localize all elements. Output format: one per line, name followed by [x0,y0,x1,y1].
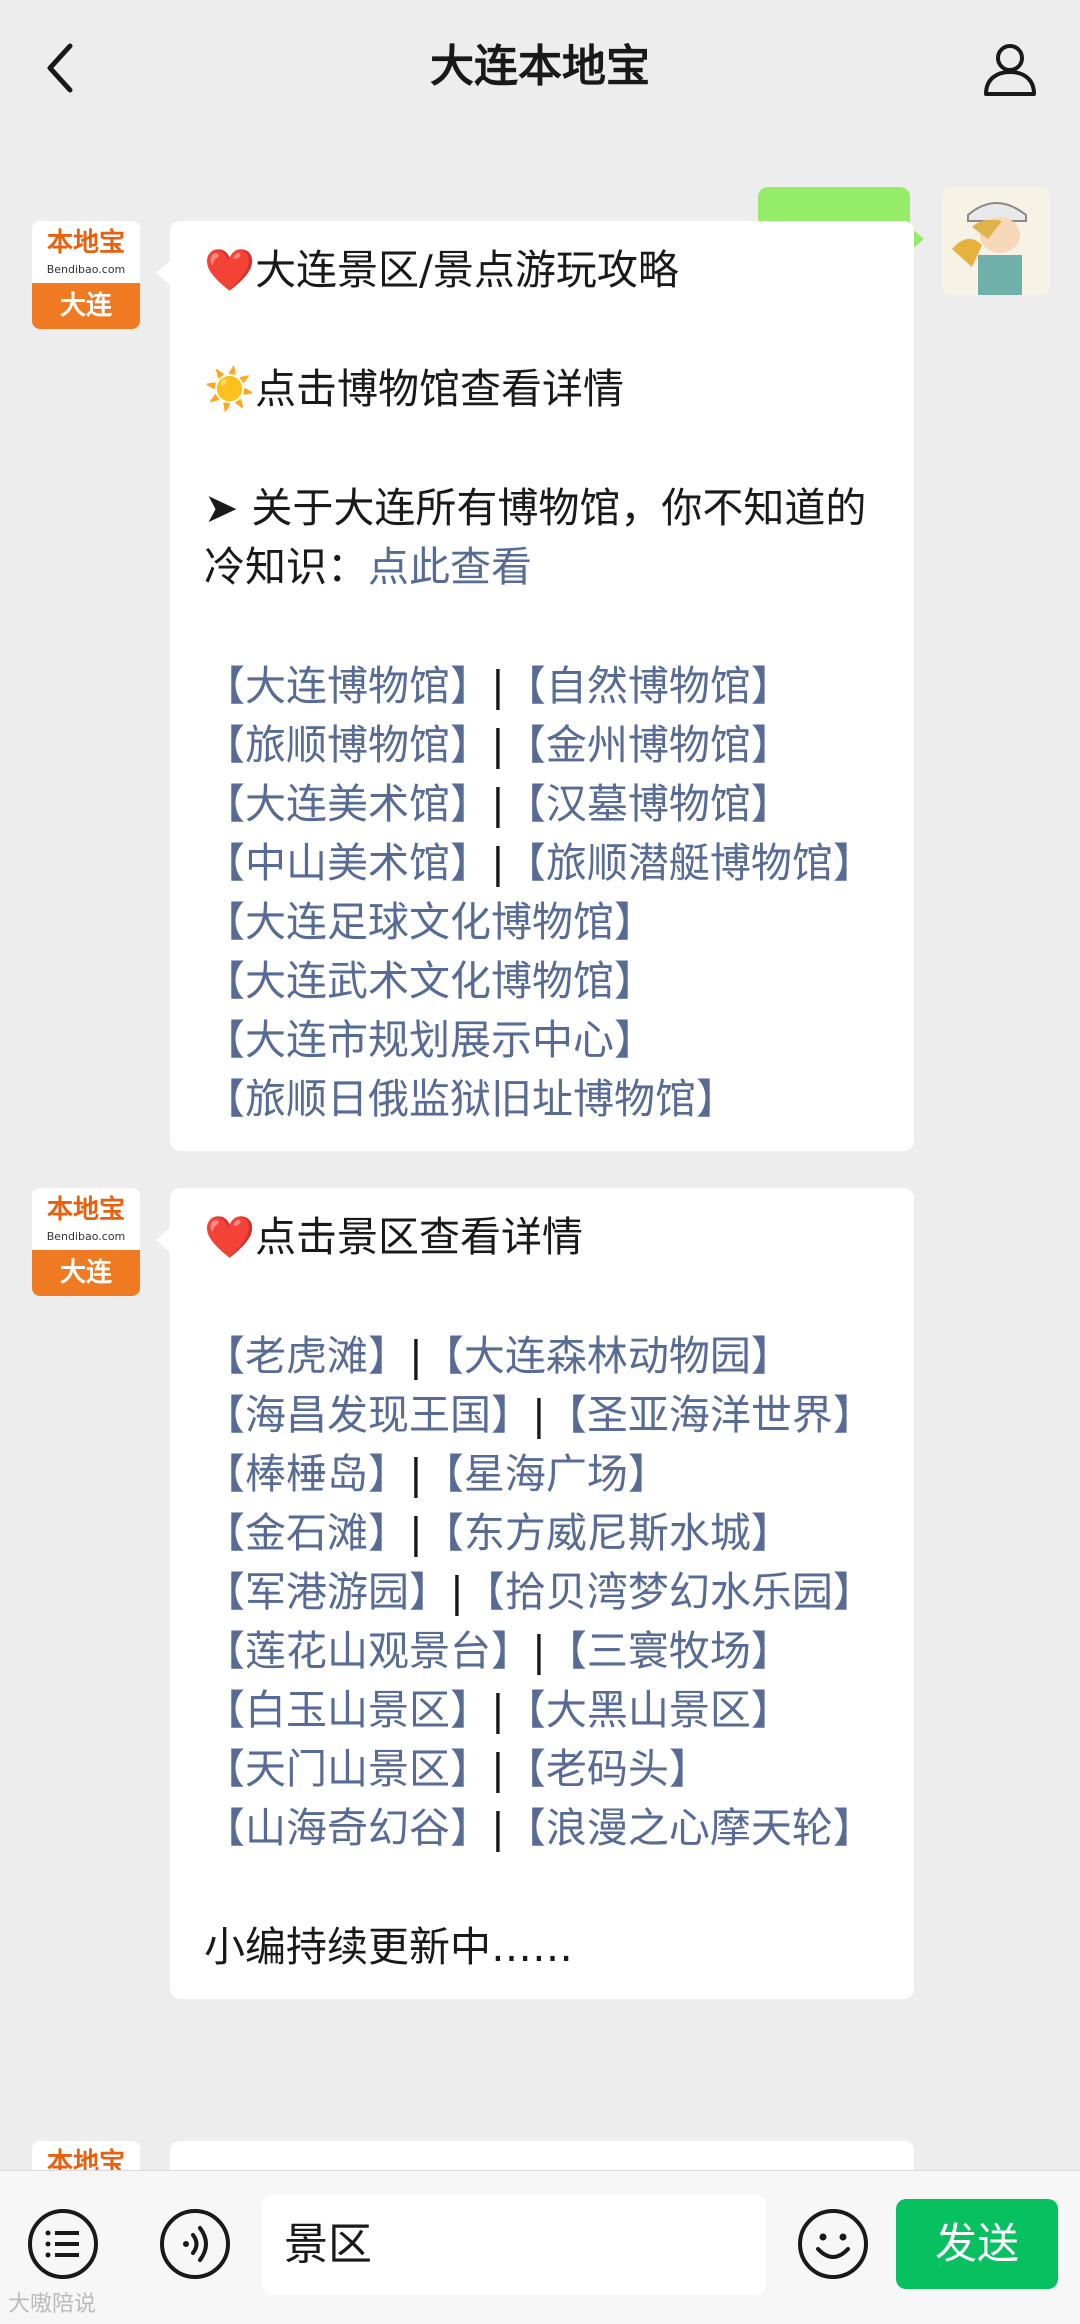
msg2-link-row: 【棒棰岛】|【星海广场】 [204,1445,880,1504]
bot-avatar[interactable]: 本地宝 [32,2141,140,2170]
msg2-link-row: 【山海奇幻谷】|【浪漫之心摩天轮】 [204,1799,880,1858]
place-link[interactable]: 【汉墓博物馆】 [505,780,792,828]
voice-icon[interactable] [158,2207,232,2281]
separator: | [409,1332,423,1380]
separator: | [491,1686,505,1734]
separator: | [491,721,505,769]
user-avatar-image [942,187,1050,295]
place-link[interactable]: 【老虎滩】 [204,1332,409,1380]
message-title: 点击景区查看详情 [255,1213,584,1261]
page-title: 大连本地宝 [430,41,650,92]
heart-icon: ❤️ [204,246,256,294]
place-link[interactable]: 【老码头】 [505,1745,710,1793]
bot-avatar[interactable]: 本地宝 Bendibao.com 大连 [32,1188,140,1296]
msg2-link-row: 【金石滩】|【东方威尼斯水城】 [204,1504,880,1563]
place-link[interactable]: 【莲花山观景台】 [204,1627,532,1675]
separator: | [491,780,505,828]
msg1-link-row: 【旅顺博物馆】|【金州博物馆】 [204,716,880,775]
msg1-link-row: 【大连博物馆】|【自然博物馆】 [204,657,880,716]
emoji-icon[interactable] [796,2207,870,2281]
place-link[interactable]: 【圣亚海洋世界】 [546,1391,874,1439]
bot-avatar-city: 大连 [32,1250,140,1296]
msg1-link-row: 【大连武术文化博物馆】 [204,952,880,1011]
message-bubble-museums[interactable]: ❤️大连景区/景点游玩攻略 ☀️点击博物馆查看详情 ➤ 关于大连所有博物馆，你不… [156,221,914,1151]
separator: | [532,1627,546,1675]
place-link[interactable]: 【大连武术文化博物馆】 [204,957,655,1005]
send-button[interactable]: 发送 [896,2199,1058,2289]
bot-avatar-domain: Bendibao.com [46,263,126,276]
arrow-icon: ➤ [204,484,239,532]
bot-avatar[interactable]: 本地宝 Bendibao.com 大连 [32,221,140,329]
bot-avatar-domain: Bendibao.com [46,1230,126,1243]
place-link[interactable]: 【山海奇幻谷】 [204,1804,491,1852]
place-link[interactable]: 【星海广场】 [423,1450,669,1498]
separator: | [409,1450,423,1498]
msg2-link-row: 【军港游园】|【拾贝湾梦幻水乐园】 [204,1563,880,1622]
place-link[interactable]: 【大连博物馆】 [204,662,491,710]
bot-avatar-logo: 本地宝 [46,2148,125,2170]
place-link[interactable]: 【旅顺日俄监狱旧址博物馆】 [204,1075,737,1123]
msg2-link-row: 【白玉山景区】|【大黑山景区】 [204,1681,880,1740]
museum-note: 关于大连所有博物馆，你不知道的冷知识： [204,484,867,591]
message-footer: 小编持续更新中…… [204,1923,573,1971]
place-link[interactable]: 【中山美术馆】 [204,839,491,887]
place-link[interactable]: 【自然博物馆】 [505,662,792,710]
bot-avatar-logo: 本地宝 [46,228,125,258]
museum-note-link[interactable]: 点此查看 [368,543,532,591]
place-link[interactable]: 【军港游园】 [204,1568,450,1616]
watermark: 大嗷陪说 [8,2292,97,2317]
user-icon[interactable] [980,38,1040,98]
place-link[interactable]: 【海昌发现王国】 [204,1391,532,1439]
place-link[interactable]: 【大连足球文化博物馆】 [204,898,655,946]
msg2-link-row: 【天门山景区】|【老码头】 [204,1740,880,1799]
place-link[interactable]: 【大连森林动物园】 [423,1332,792,1380]
place-link[interactable]: 【三寰牧场】 [546,1627,792,1675]
separator: | [491,1745,505,1793]
msg2-link-row: 【莲花山观景台】|【三寰牧场】 [204,1622,880,1681]
bot-avatar-logo: 本地宝 [46,1195,125,1225]
separator: | [491,839,505,887]
message-bubble-partial[interactable] [170,2141,914,2170]
input-bar: 景区 发送 大嗷陪说 [0,2170,1080,2324]
place-link[interactable]: 【金州博物馆】 [505,721,792,769]
place-link[interactable]: 【金石滩】 [204,1509,409,1557]
message-subtitle: 点击博物馆查看详情 [255,365,625,413]
place-link[interactable]: 【白玉山景区】 [204,1686,491,1734]
msg1-link-row: 【大连美术馆】|【汉墓博物馆】 [204,775,880,834]
msg1-link-row: 【中山美术馆】|【旅顺潜艇博物馆】 [204,834,880,893]
separator: | [450,1568,464,1616]
user-avatar[interactable] [942,187,1050,295]
message-title: 大连景区/景点游玩攻略 [255,246,679,294]
separator: | [532,1391,546,1439]
msg2-link-row: 【海昌发现王国】|【圣亚海洋世界】 [204,1386,880,1445]
place-link[interactable]: 【东方威尼斯水城】 [423,1509,792,1557]
heart-icon: ❤️ [204,1213,256,1261]
separator: | [409,1509,423,1557]
msg1-link-row: 【大连市规划展示中心】 [204,1011,880,1070]
msg1-link-row: 【旅顺日俄监狱旧址博物馆】 [204,1070,880,1129]
sun-icon: ☀️ [204,365,256,413]
place-link[interactable]: 【旅顺潜艇博物馆】 [505,839,874,887]
place-link[interactable]: 【棒棰岛】 [204,1450,409,1498]
top-bar: 大连本地宝 [0,0,1080,135]
place-link[interactable]: 【拾贝湾梦幻水乐园】 [464,1568,874,1616]
bot-avatar-city: 大连 [32,283,140,329]
message-bubble-scenic-spots[interactable]: ❤️点击景区查看详情 【老虎滩】|【大连森林动物园】 【海昌发现王国】|【圣亚海洋… [156,1188,914,1999]
msg1-link-row: 【大连足球文化博物馆】 [204,893,880,952]
list-icon[interactable] [26,2207,100,2281]
place-link[interactable]: 【大黑山景区】 [505,1686,792,1734]
place-link[interactable]: 【大连美术馆】 [204,780,491,828]
separator: | [491,1804,505,1852]
place-link[interactable]: 【天门山景区】 [204,1745,491,1793]
place-link[interactable]: 【浪漫之心摩天轮】 [505,1804,874,1852]
separator: | [491,662,505,710]
place-link[interactable]: 【旅顺博物馆】 [204,721,491,769]
msg2-link-row: 【老虎滩】|【大连森林动物园】 [204,1327,880,1386]
chat-area[interactable]: 景区 本地宝Bendibao.com 大连 ❤️大连景区/景点游玩攻略 ☀️点击… [0,135,1080,2170]
message-input[interactable]: 景区 [262,2195,766,2295]
place-link[interactable]: 【大连市规划展示中心】 [204,1016,655,1064]
